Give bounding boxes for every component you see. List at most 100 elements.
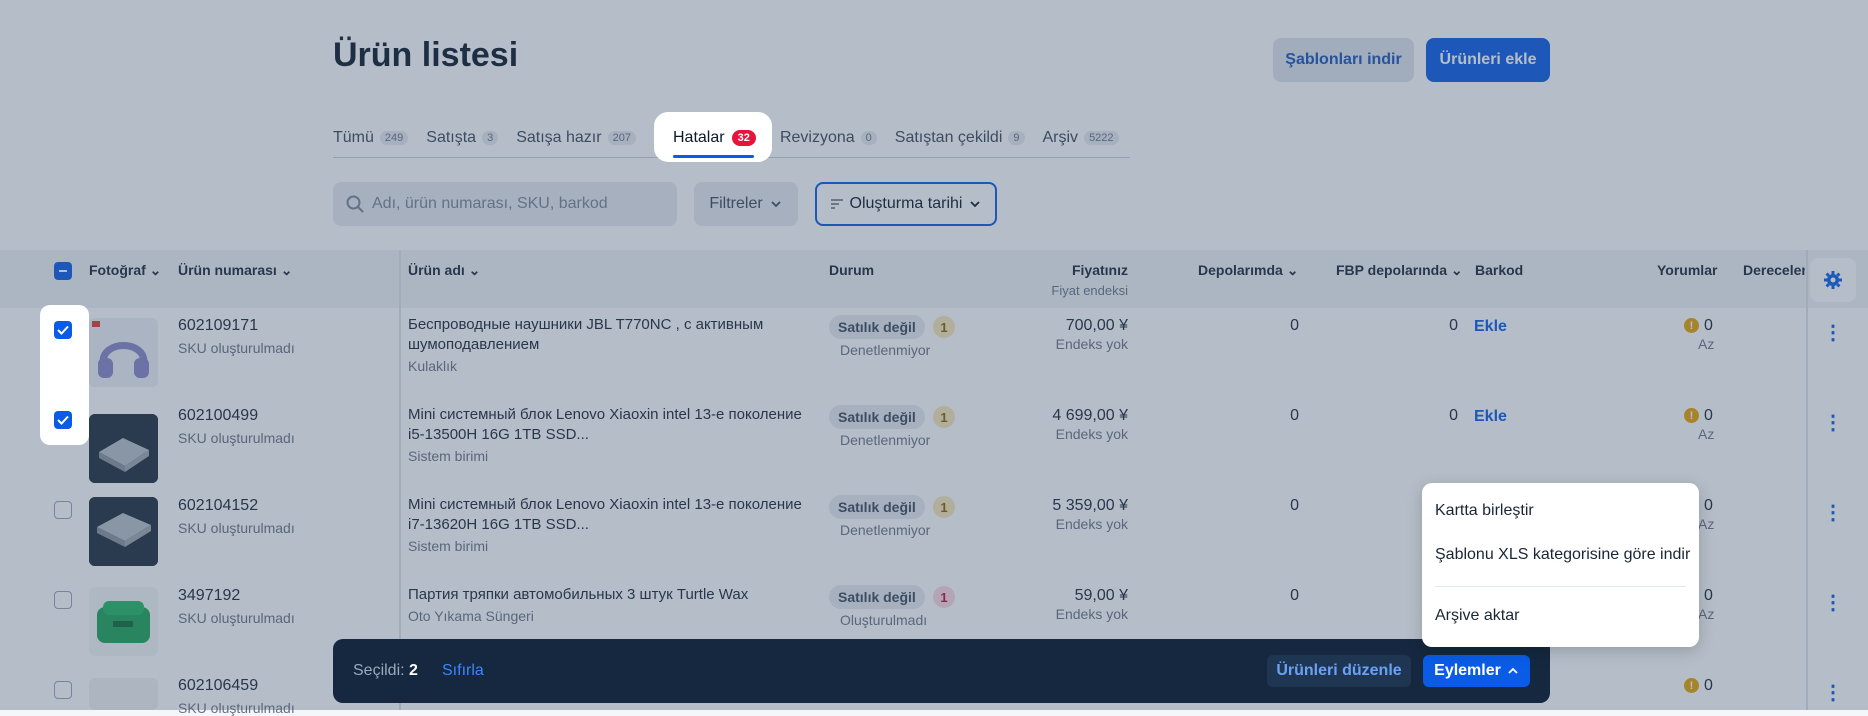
row-menu-button[interactable]: ⋮ [1823,592,1843,614]
row-checkbox[interactable] [54,321,72,339]
tab-label: Satıştan çekildi [894,129,1003,146]
tab-revision[interactable]: Revizyona 0 [780,121,877,155]
reviews-level: Az [1698,516,1715,532]
product-thumbnail [89,678,158,710]
row-menu-button[interactable]: ⋮ [1823,502,1843,524]
product-thumbnail [89,497,158,566]
row-menu-button[interactable]: ⋮ [1823,682,1843,704]
add-barcode-link[interactable]: Ekle [1474,318,1507,336]
actions-button[interactable]: Eylemler [1423,655,1530,687]
column-status: Durum [829,262,875,278]
status-badge: Satılık değil [829,315,925,339]
tab-label: Arşiv [1042,129,1079,146]
status-badge: Satılık değil [829,495,925,519]
column-label: Ürün adı [408,262,465,278]
product-number: 602106459 [178,677,259,694]
product-name[interactable]: Mini системный блок Lenovo Xiaoxin intel… [408,405,808,445]
download-templates-button[interactable]: Şablonları indir [1273,38,1414,82]
chevron-down-icon [771,201,781,208]
column-photo[interactable]: Fotoğraf ⌄ [89,262,161,279]
status-sub: Oluşturulmadı [840,612,928,628]
tab-label: Satışta [426,129,477,146]
error-count-badge[interactable]: 1 [933,316,955,338]
cloth-icon [97,601,150,643]
status-sub: Denetlenmiyor [840,342,931,358]
tab-count: 0 [860,131,877,145]
column-price: Fiyatınız [1071,262,1128,278]
product-number: 602100499 [178,407,259,424]
column-product-number[interactable]: Ürün numarası ⌄ [178,262,292,279]
reviews-count: 0 [1704,587,1713,604]
sort-button[interactable]: Oluşturma tarihi [815,182,997,226]
product-category: Kulaklık [408,358,458,374]
search-icon [346,195,364,213]
row-checkbox[interactable] [54,501,72,519]
column-divider [1806,250,1808,710]
row-checkbox[interactable] [54,411,72,429]
tab-count: 207 [607,131,636,145]
product-number: 602104152 [178,497,259,514]
filters-label: Filtreler [709,195,763,212]
tab-errors[interactable]: Hatalar 32 [673,121,756,155]
price-index: Endeks yok [1055,606,1128,622]
error-count-badge[interactable]: 1 [933,496,955,518]
column-fbp[interactable]: FBP depolarında ⌄ [1336,262,1463,279]
row-checkbox[interactable] [54,681,72,699]
merge-card-item[interactable]: Kartta birleştir [1435,502,1534,520]
add-barcode-link[interactable]: Ekle [1474,408,1507,426]
sku-status: SKU oluşturulmadı [178,700,295,716]
filters-button[interactable]: Filtreler [694,182,798,226]
product-thumbnail [89,414,158,483]
chevron-up-icon [1508,667,1518,674]
price-value[interactable]: 700,00 ¥ [1066,317,1128,335]
warehouse-stock: 0 [1290,317,1299,334]
tab-on-sale[interactable]: Satışta 3 [426,121,499,155]
table-settings-button[interactable] [1810,258,1856,302]
column-ratings: Derecelen [1743,262,1805,278]
tab-label: Hatalar [673,129,725,146]
price-value[interactable]: 59,00 ¥ [1075,587,1128,605]
mini-pc-icon [89,497,158,566]
sort-icon [830,199,843,209]
reset-selection-link[interactable]: Sıfırla [442,662,484,680]
warehouse-stock: 0 [1290,587,1299,604]
product-number: 602109171 [178,317,259,334]
tab-ready-for-sale[interactable]: Satışa hazır 207 [516,121,636,155]
search-input[interactable]: Adı, ürün numarası, SKU, barkod [333,182,677,226]
sku-status: SKU oluşturulmadı [178,430,295,446]
column-warehouses[interactable]: Depolarımda ⌄ [1198,262,1298,279]
select-all-checkbox[interactable] [54,262,72,280]
column-label: Ürün numarası [178,262,277,278]
tab-all[interactable]: Tümü 249 [333,121,409,155]
product-thumbnail [89,318,158,387]
add-products-button[interactable]: Ürünleri ekle [1426,38,1550,82]
price-value[interactable]: 5 359,00 ¥ [1052,497,1128,515]
selected-count-label: Seçildi: 2 [353,662,418,680]
tab-withdrawn[interactable]: Satıştan çekildi 9 [895,121,1025,155]
edit-products-button[interactable]: Ürünleri düzenle [1267,655,1411,687]
warning-icon: ! [1684,318,1699,333]
warehouse-stock: 0 [1290,497,1299,514]
tab-label: Revizyona [779,129,855,146]
row-menu-button[interactable]: ⋮ [1823,412,1843,434]
warning-icon: ! [1684,408,1699,423]
gear-icon [1824,271,1842,289]
column-product-name[interactable]: Ürün adı ⌄ [408,262,480,279]
product-name[interactable]: Партия тряпки автомобильных 3 штук Turtl… [408,585,808,605]
reviews-count: 0 [1704,407,1713,424]
fbp-stock: 0 [1449,317,1458,334]
price-value[interactable]: 4 699,00 ¥ [1052,407,1128,425]
product-category: Oto Yıkama Süngeri [408,608,534,624]
reviews-count: 0 [1704,677,1713,694]
error-count-badge[interactable]: 1 [933,406,955,428]
product-name[interactable]: Mini системный блок Lenovo Xiaoxin intel… [408,495,808,535]
mini-pc-icon [89,414,158,483]
download-template-item[interactable]: Şablonu XLS kategorisine göre indir [1435,546,1690,564]
product-name[interactable]: Беспроводные наушники JBL T770NC , с акт… [408,315,808,355]
tab-count: 249 [379,131,409,145]
row-menu-button[interactable]: ⋮ [1823,322,1843,344]
archive-item[interactable]: Arşive aktar [1435,607,1519,625]
error-count-badge[interactable]: 1 [933,586,955,608]
row-checkbox[interactable] [54,591,72,609]
tab-archive[interactable]: Arşiv 5222 [1043,121,1119,155]
